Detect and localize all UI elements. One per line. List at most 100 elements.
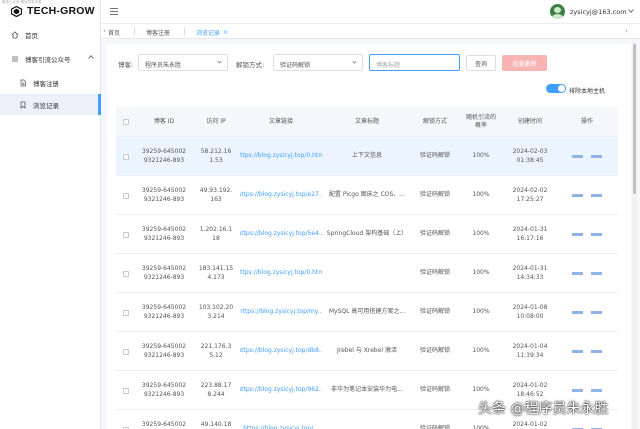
checkbox[interactable] <box>123 348 129 355</box>
delete-action[interactable] <box>591 194 602 197</box>
avatar[interactable] <box>550 4 565 19</box>
filter-unlock-label: 解锁方式: <box>236 61 265 69</box>
sidebar-item-blog-referral[interactable]: 博客引流公众号 <box>0 48 101 69</box>
sidebar-item-browse-history[interactable]: 浏览记录 <box>0 94 101 115</box>
edit-action[interactable] <box>572 272 583 275</box>
tab-label: 博客注册 <box>146 29 171 37</box>
cell-link[interactable]: https://blog.zysicyj.top/0.html <box>240 254 322 293</box>
menu-icon <box>12 56 18 61</box>
delete-action[interactable] <box>591 155 602 158</box>
tab-scroll-right-icon[interactable]: › <box>625 27 628 35</box>
sidebar-item-label: 博客注册 <box>33 79 59 88</box>
exclude-local-toggle[interactable] <box>546 84 566 93</box>
cell-link[interactable]: https://blog.zysicyj.top/5e4... <box>240 215 322 254</box>
row-checkbox[interactable] <box>116 332 136 371</box>
tab-label: 浏览记录 <box>196 29 221 37</box>
cell-title <box>322 254 412 293</box>
tab-scroll-left-icon[interactable]: ‹ <box>103 27 106 35</box>
edit-action[interactable] <box>572 155 583 158</box>
row-checkbox[interactable] <box>116 176 136 215</box>
checkbox[interactable] <box>123 192 129 199</box>
logo-icon <box>11 5 22 17</box>
vertical-scrollbar[interactable] <box>632 40 637 429</box>
unlock-method-select[interactable]: 验证码解锁 <box>273 54 363 71</box>
cell-actions <box>556 293 618 332</box>
cell-unlock: 验证码解锁 <box>419 347 450 355</box>
col-blog-id: 博客 ID <box>153 117 175 125</box>
cell-link[interactable]: https://blog.zysicyj.top/e27... <box>240 176 322 215</box>
tab-blog-register[interactable]: 博客注册 <box>146 26 170 38</box>
cell-ip: 58.212.161.53 <box>200 147 232 164</box>
delete-action[interactable] <box>591 389 602 392</box>
checkbox[interactable] <box>123 387 129 394</box>
cell-link[interactable]: https://blog.zysicyj.top/... <box>240 410 322 429</box>
user-email[interactable]: zysicyj@163.com <box>570 8 627 16</box>
checkbox[interactable] <box>123 309 129 316</box>
cell-link[interactable]: https://blog.zysicyj.top/my... <box>240 293 322 332</box>
table-row[interactable]: 39259-6450029321246-893 49.93.192.163 http… <box>116 176 618 215</box>
select-all-checkbox[interactable] <box>116 107 136 137</box>
delete-action[interactable] <box>591 233 602 236</box>
title-search-input[interactable]: 博客标题 <box>369 54 460 71</box>
table-row[interactable]: 39259-6450029321246-893 103.102.203.214 ht… <box>116 293 618 332</box>
cell-time: 2024-02-02 17:25:27 <box>512 186 548 203</box>
edit-action[interactable] <box>572 311 583 314</box>
tab-divider <box>134 27 135 36</box>
checkbox[interactable] <box>123 231 129 238</box>
checkbox[interactable] <box>123 153 129 160</box>
app-logo[interactable]: TECH-GROW <box>11 5 95 17</box>
col-prob: 随机引流的概率 <box>465 113 496 129</box>
cell-actions <box>556 332 618 371</box>
cell-blog-id: 39259-6450029321246-893 <box>141 342 187 359</box>
tab-home[interactable]: 首页 <box>108 26 120 38</box>
col-actions: 操作 <box>580 117 593 125</box>
sidebar-item-home[interactable]: 首页 <box>0 24 101 45</box>
row-checkbox[interactable] <box>116 137 136 176</box>
chevron-down-icon[interactable] <box>628 7 634 13</box>
col-title: 文章标题 <box>354 117 379 125</box>
cell-ip: 49.140.189.5 <box>200 420 232 428</box>
cell-link[interactable]: https://blog.zysicyj.top/db8... <box>240 332 322 371</box>
cell-link[interactable]: https://blog.zysicyj.top/962... <box>240 371 322 410</box>
blog-select[interactable]: 程序员朱永胜 <box>138 54 228 71</box>
cell-unlock: 验证码解锁 <box>419 269 450 277</box>
row-checkbox[interactable] <box>116 293 136 332</box>
cell-blog-id: 39259-6450029321246-893 <box>141 186 187 203</box>
table-row[interactable]: 39259-6450029321246-893 58.212.161.53 http… <box>116 137 618 176</box>
batch-delete-button[interactable]: 批量删除 <box>502 55 547 71</box>
delete-action[interactable] <box>591 272 602 275</box>
edit-action[interactable] <box>572 389 583 392</box>
row-checkbox[interactable] <box>116 215 136 254</box>
cell-ip: 183.141.154.173 <box>198 264 234 281</box>
cell-title: Jrebel 与 Xrebel 激活 <box>337 347 397 355</box>
checkbox[interactable] <box>123 270 129 277</box>
row-checkbox[interactable] <box>116 410 136 429</box>
table-row[interactable]: 39259-6450029321246-893 221.176.35.12 http… <box>116 332 618 371</box>
table-row[interactable]: 39259-6450029321246-893 1.202.16.118 https… <box>116 215 618 254</box>
table-row[interactable]: 39259-6450029321246-893 183.141.154.173 ht… <box>116 254 618 293</box>
edit-action[interactable] <box>572 350 583 353</box>
delete-action[interactable] <box>591 350 602 353</box>
row-checkbox[interactable] <box>116 371 136 410</box>
cell-time: 2024-01-08 10:08:00 <box>512 303 548 320</box>
cell-time: 2024-01-31 16:17:16 <box>512 225 548 242</box>
tab-bar: ‹ 首页 博客注册 浏览记录 × › <box>101 24 640 39</box>
edit-action[interactable] <box>572 233 583 236</box>
tab-label: 首页 <box>108 29 121 37</box>
row-checkbox[interactable] <box>116 254 136 293</box>
close-icon[interactable]: × <box>223 29 228 36</box>
cell-actions <box>556 137 618 176</box>
edit-action[interactable] <box>572 194 583 197</box>
tab-browse-history[interactable]: 浏览记录 × <box>196 26 228 38</box>
cell-prob: 100% <box>472 269 490 277</box>
cell-blog-id: 39259-6450029321246-893 <box>141 381 187 398</box>
query-button[interactable]: 查询 <box>466 55 496 71</box>
sidebar-item-blog-register[interactable]: 博客注册 <box>0 72 101 93</box>
hamburger-icon[interactable] <box>110 8 118 15</box>
cell-title: 非华为笔记本安装华为电... <box>331 386 403 394</box>
cell-unlock: 验证码解锁 <box>419 152 450 160</box>
exclude-local-label: 排除本地主机 <box>569 88 606 95</box>
delete-action[interactable] <box>591 311 602 314</box>
cell-link[interactable]: https://blog.zysicyj.top/0.html <box>240 137 322 176</box>
bookmark-icon <box>20 101 26 109</box>
